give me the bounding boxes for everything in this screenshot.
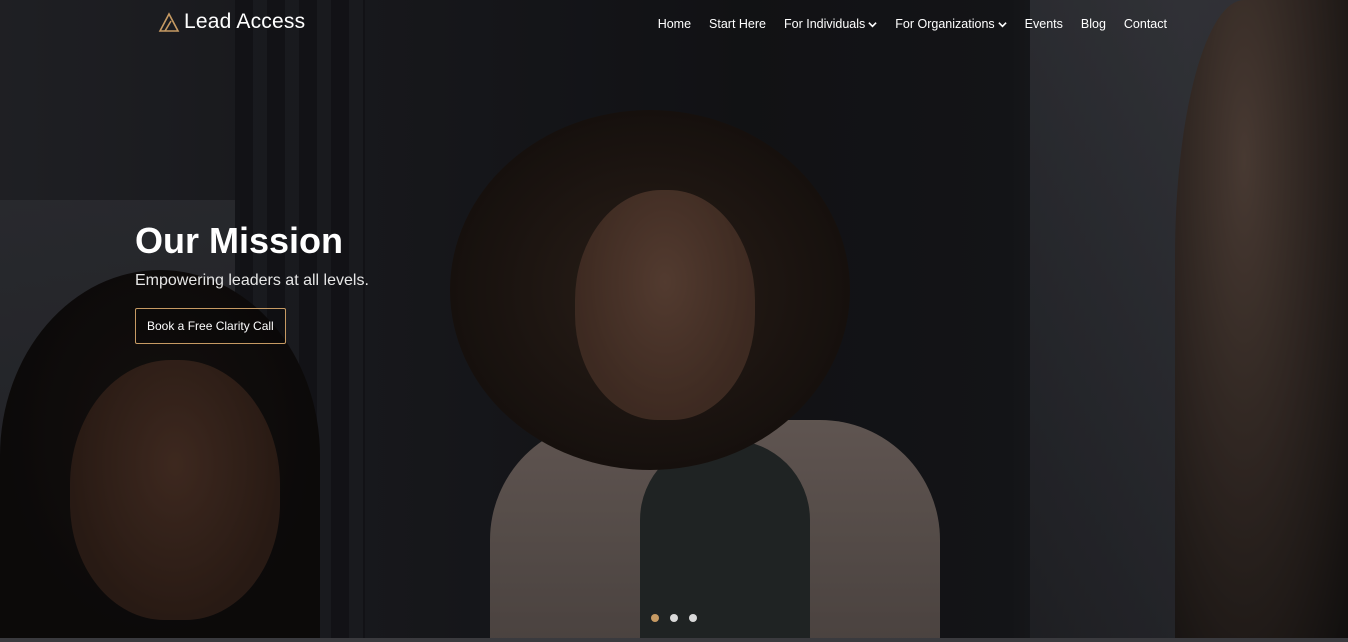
- nav-home[interactable]: Home: [658, 17, 691, 31]
- nav-for-individuals-label: For Individuals: [784, 17, 866, 31]
- site-logo[interactable]: Lead Access: [158, 10, 305, 34]
- nav-for-organizations[interactable]: For Organizations: [895, 17, 1007, 31]
- slider-pagination: [651, 614, 708, 622]
- hero-content: Our Mission Empowering leaders at all le…: [135, 220, 369, 344]
- nav-start-here-label: Start Here: [709, 17, 766, 31]
- nav-for-organizations-label: For Organizations: [895, 17, 995, 31]
- bottom-divider: [0, 638, 1348, 642]
- chevron-down-icon: [997, 21, 1007, 27]
- main-menu: Home Start Here For Individuals For Orga…: [658, 17, 1167, 31]
- logo-text: Lead Access: [184, 10, 306, 33]
- hero-subtitle: Empowering leaders at all levels.: [135, 272, 369, 289]
- hero-title: Our Mission: [135, 220, 344, 261]
- slider-dot-1[interactable]: [651, 614, 659, 622]
- nav-for-individuals[interactable]: For Individuals: [784, 17, 877, 31]
- chevron-down-icon: [868, 21, 877, 27]
- nav-contact[interactable]: Contact: [1124, 17, 1167, 31]
- nav-events[interactable]: Events: [1025, 17, 1063, 31]
- top-navigation: Lead Access Home Start Here For Individu…: [0, 0, 1348, 52]
- nav-contact-label: Contact: [1123, 17, 1167, 31]
- nav-start-here[interactable]: Start Here: [709, 17, 766, 31]
- nav-blog[interactable]: Blog: [1081, 17, 1106, 31]
- nav-events-label: Events: [1024, 17, 1063, 31]
- nav-home-label: Home: [657, 17, 692, 31]
- slider-dot-3[interactable]: [689, 614, 697, 622]
- slider-dot-2[interactable]: [670, 614, 678, 622]
- logo-triangle-icon: [158, 12, 180, 32]
- nav-blog-label: Blog: [1080, 17, 1106, 31]
- book-clarity-call-button[interactable]: Book a Free Clarity Call: [135, 308, 286, 344]
